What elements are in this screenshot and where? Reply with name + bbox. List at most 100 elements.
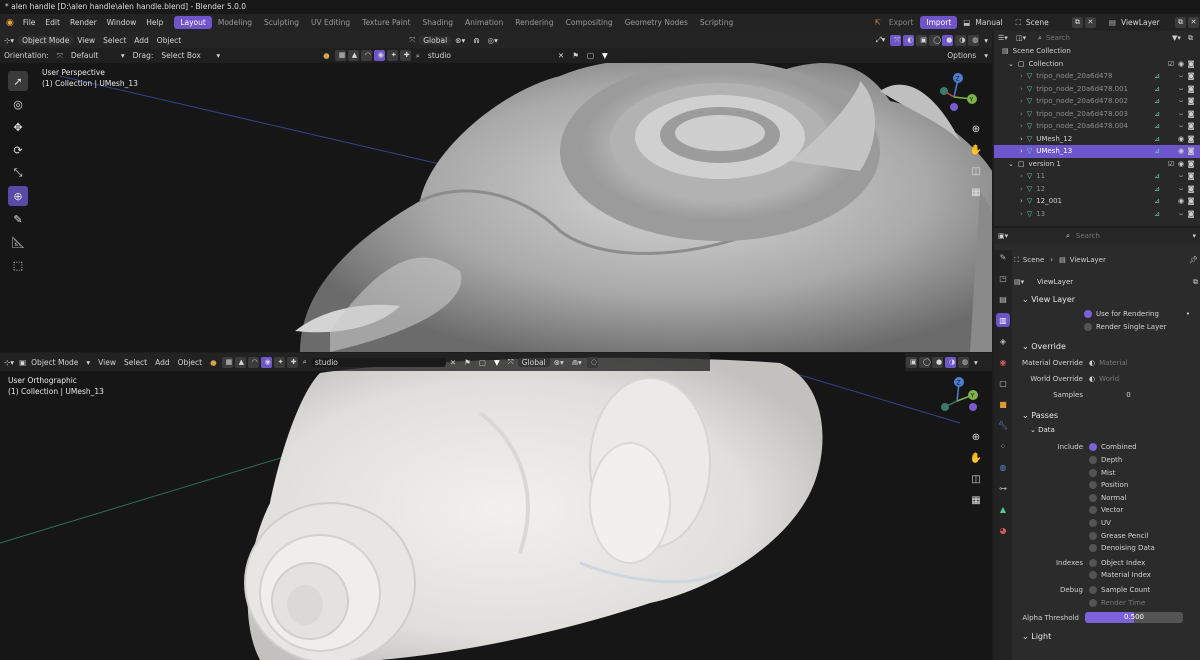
export-button[interactable]: Export xyxy=(884,14,919,31)
outliner-object-row[interactable]: › ▽ 13 ⊿ ⌣ ◙ xyxy=(994,208,1200,221)
dot-menu-icon[interactable]: • xyxy=(1186,310,1198,318)
tab-scripting[interactable]: Scripting xyxy=(694,16,739,29)
modifier-icon[interactable]: ⊿ xyxy=(1152,83,1162,96)
section-passes[interactable]: ⌄ Passes xyxy=(1014,408,1198,424)
zoom-icon[interactable]: ⊕ xyxy=(968,429,984,445)
filter-camera-icon[interactable]: ◉ xyxy=(260,356,272,368)
tab-geometry-nodes[interactable]: Geometry Nodes xyxy=(619,16,694,29)
pass-row[interactable]: Mist xyxy=(1014,466,1198,479)
pass-row[interactable]: Render Time xyxy=(1014,596,1198,609)
remove-scene-icon[interactable]: ✕ xyxy=(1084,17,1096,28)
outliner-object-row[interactable]: › ▽ UMesh_12 ⊿ ◉ ◙ xyxy=(994,133,1200,146)
modifier-icon[interactable]: ⊿ xyxy=(1152,170,1162,183)
pass-checkbox[interactable] xyxy=(1089,544,1097,553)
studio-search-field[interactable]: studio xyxy=(424,51,554,60)
add-cube-tool-icon[interactable]: ⬚ xyxy=(8,255,28,275)
menu-render[interactable]: Render xyxy=(65,14,102,31)
tab-compositing[interactable]: Compositing xyxy=(560,16,619,29)
shading-wireframe-icon[interactable]: ◯ xyxy=(919,356,931,368)
outliner-editor-icon[interactable]: ☰▾ xyxy=(998,34,1016,42)
modifier-icon[interactable]: ⊿ xyxy=(1152,95,1162,108)
tab-shading[interactable]: Shading xyxy=(417,16,459,29)
pass-checkbox[interactable] xyxy=(1089,468,1097,477)
shading-material-icon[interactable]: ◑ xyxy=(945,356,956,368)
pass-checkbox[interactable] xyxy=(1089,456,1097,465)
visibility-eye-icon[interactable]: ⌣ xyxy=(1176,70,1186,83)
copy-icon[interactable]: ▢ xyxy=(475,358,490,367)
pass-row[interactable]: Indexes Object Index xyxy=(1014,557,1198,570)
render-single-layer-row[interactable]: Render Single Layer xyxy=(1014,321,1198,334)
shading-wireframe-icon[interactable]: ◯ xyxy=(929,34,941,46)
overlays-icon[interactable]: ◐ xyxy=(903,34,915,46)
options-menu[interactable]: Options xyxy=(943,51,980,60)
shading-dropdown-icon[interactable]: ▾ xyxy=(980,36,992,45)
material-override-field[interactable]: Material xyxy=(1099,359,1127,367)
shading-solid-icon[interactable]: ● xyxy=(942,34,954,46)
filter-all-icon[interactable]: ▦ xyxy=(334,50,346,61)
proportional-edit-icon[interactable]: ◎▾ xyxy=(484,36,502,45)
render-camera-icon[interactable]: ◙ xyxy=(1186,108,1196,121)
outliner-object-row[interactable]: › ▽ tripo_node_20a6d478.004 ⊿ ⌣ ◙ xyxy=(994,120,1200,133)
chevron-right-icon[interactable]: › xyxy=(1020,133,1023,146)
exclude-checkbox-icon[interactable]: ☑ xyxy=(1166,158,1176,171)
shading-solid-icon[interactable]: ● xyxy=(932,356,943,368)
outliner-object-row[interactable]: › ▽ UMesh_13 ⊿ ◉ ◙ xyxy=(994,145,1200,158)
drag-selector[interactable]: Select Box xyxy=(157,51,212,60)
studio-search-field-bottom[interactable]: studio xyxy=(310,357,446,367)
pass-checkbox[interactable] xyxy=(1089,493,1097,502)
tool-tab-icon[interactable]: ✎ xyxy=(996,250,1010,264)
pan-hand-icon[interactable]: ✋ xyxy=(968,142,984,158)
scene-selector[interactable]: Scene xyxy=(1021,14,1071,31)
scene-tab-icon[interactable]: ◈ xyxy=(996,334,1010,348)
collection-tab-icon[interactable]: ▢ xyxy=(996,376,1010,390)
pan-hand-icon[interactable]: ✋ xyxy=(968,450,984,466)
render-camera-icon[interactable]: ◙ xyxy=(1186,145,1196,158)
blender-logo-icon[interactable]: ◉ xyxy=(0,18,18,28)
copy-scene-icon[interactable]: ⧉ xyxy=(1071,17,1083,28)
mode-selector-bottom[interactable]: Object Mode xyxy=(27,358,82,367)
copy-icon[interactable]: ▢ xyxy=(583,51,598,60)
proportional-toggle-icon[interactable]: ◌ xyxy=(586,356,598,368)
pass-row[interactable]: Denoising Data xyxy=(1014,542,1198,555)
xray-icon[interactable]: ▣ xyxy=(906,356,917,368)
tab-animation[interactable]: Animation xyxy=(459,16,509,29)
menu-file[interactable]: File xyxy=(18,14,41,31)
outliner-collection-row[interactable]: ⌄ ▢ Collection ☑ ◉ ◙ xyxy=(994,58,1200,71)
world-tab-icon[interactable]: ◉ xyxy=(996,355,1010,369)
pivot-icon[interactable]: ⊗▾ xyxy=(451,36,469,45)
outliner-object-row[interactable]: › ▽ tripo_node_20a6d478.003 ⊿ ⌣ ◙ xyxy=(994,108,1200,121)
zoom-icon[interactable]: ⊕ xyxy=(968,121,984,137)
exclude-checkbox-icon[interactable]: ☑ xyxy=(1166,58,1176,71)
filter-icon[interactable]: ▼ xyxy=(490,358,504,367)
pass-checkbox[interactable] xyxy=(1089,443,1097,452)
modifier-icon[interactable]: ⊿ xyxy=(1152,70,1162,83)
filter-icon[interactable]: ▼ xyxy=(598,51,612,60)
render-single-layer-checkbox[interactable] xyxy=(1084,322,1092,331)
clear-search-icon[interactable]: ✕ xyxy=(554,51,568,60)
import-button[interactable]: Import xyxy=(920,16,958,29)
outliner-object-row[interactable]: › ▽ tripo_node_20a6d478.001 ⊿ ⌣ ◙ xyxy=(994,83,1200,96)
tab-uv-editing[interactable]: UV Editing xyxy=(305,16,356,29)
pass-row[interactable]: Position xyxy=(1014,479,1198,492)
rotate-tool-icon[interactable]: ⟳ xyxy=(8,140,28,160)
copy-view-layer-icon[interactable]: ⧉ xyxy=(1175,17,1186,28)
view-layer-name-field[interactable]: ViewLayer xyxy=(1032,277,1189,287)
filter-light-icon[interactable]: ✦ xyxy=(386,50,398,61)
visibility-eye-icon[interactable]: ⌣ xyxy=(1176,183,1186,196)
shading-rendered-icon[interactable]: ◍ xyxy=(968,34,980,46)
view-layer-tab-icon[interactable]: ▥ xyxy=(996,313,1010,327)
ortho-grid-icon[interactable]: ▦ xyxy=(968,184,984,200)
breadcrumb-view-layer[interactable]: ViewLayer xyxy=(1070,256,1189,264)
pivot-icon[interactable]: ⊗▾ xyxy=(550,358,568,367)
modifier-icon[interactable]: ⊿ xyxy=(1152,183,1162,196)
view-layer-selector[interactable]: ViewLayer xyxy=(1116,14,1174,31)
pass-checkbox[interactable] xyxy=(1089,531,1097,540)
bookmark-icon[interactable]: ⚑ xyxy=(460,358,475,367)
render-camera-icon[interactable]: ◙ xyxy=(1186,208,1196,221)
snap-icon[interactable]: ⋒ xyxy=(469,36,483,45)
display-mode-icon[interactable]: ◫▾ xyxy=(1016,34,1034,42)
gizmo-toggle-icon[interactable]: ⤢▾ xyxy=(871,35,889,45)
xray-icon[interactable]: ▣ xyxy=(916,34,928,46)
pass-checkbox[interactable] xyxy=(1089,571,1097,580)
shading-dropdown-icon[interactable]: ▾ xyxy=(970,358,982,367)
